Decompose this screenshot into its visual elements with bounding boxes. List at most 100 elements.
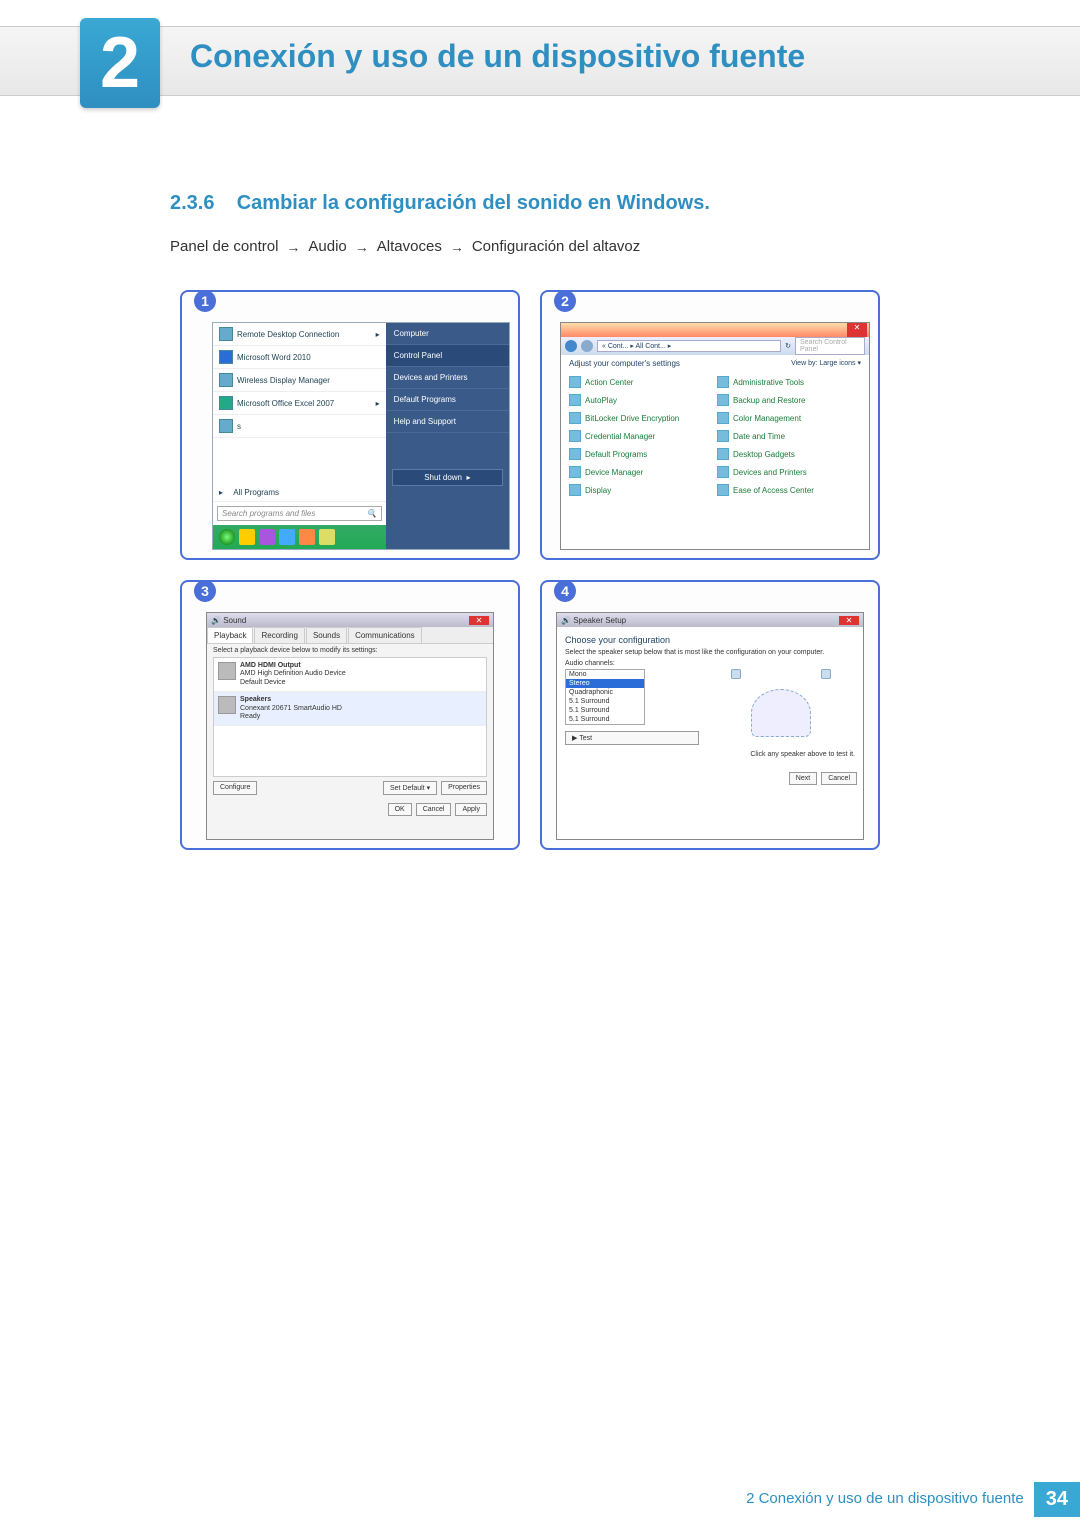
gadgets-icon	[717, 448, 729, 460]
list-item[interactable]: Quadraphonic	[566, 688, 644, 697]
start-menu-link[interactable]: Computer	[386, 323, 509, 345]
tab-playback[interactable]: Playback	[207, 627, 253, 643]
list-item[interactable]: 5.1 Surround	[566, 706, 644, 715]
device-item[interactable]: AMD HDMI OutputAMD High Definition Audio…	[214, 658, 486, 692]
cp-item[interactable]: AutoPlay	[569, 392, 713, 408]
taskbar-icon[interactable]	[279, 529, 295, 545]
list-item-selected[interactable]: Stereo	[566, 679, 644, 688]
forward-button-icon[interactable]	[581, 340, 593, 352]
search-input[interactable]: Search programs and files🔍	[217, 506, 382, 521]
cp-item[interactable]: Default Programs	[569, 446, 713, 462]
menu-label: Wireless Display Manager	[237, 376, 330, 385]
device-item-selected[interactable]: SpeakersConexant 20671 SmartAudio HDRead…	[214, 692, 486, 726]
start-menu-link[interactable]: Default Programs	[386, 389, 509, 411]
cp-item[interactable]: BitLocker Drive Encryption	[569, 410, 713, 426]
start-menu: Remote Desktop Connection▸ Microsoft Wor…	[212, 322, 510, 550]
cp-item[interactable]: Device Manager	[569, 464, 713, 480]
breadcrumb[interactable]: « Cont... ▸ All Cont... ▸	[597, 340, 781, 352]
speaker-right-icon[interactable]	[821, 669, 831, 679]
screenshot-1-start-menu: 1 Remote Desktop Connection▸ Microsoft W…	[180, 290, 520, 560]
cp-item[interactable]: Color Management	[717, 410, 861, 426]
start-menu-link[interactable]: Help and Support	[386, 411, 509, 433]
cp-item[interactable]: Display	[569, 482, 713, 498]
set-default-button[interactable]: Set Default ▾	[383, 781, 437, 795]
list-label: Audio channels:	[565, 660, 699, 667]
start-menu-item[interactable]: Wireless Display Manager	[213, 369, 386, 392]
tab-sounds[interactable]: Sounds	[306, 627, 347, 643]
list-item[interactable]: 5.1 Surround	[566, 697, 644, 706]
properties-button[interactable]: Properties	[441, 781, 487, 795]
list-item[interactable]: 5.1 Surround	[566, 715, 644, 724]
taskbar-icon[interactable]	[239, 529, 255, 545]
path-step-4: Configuración del altavoz	[472, 238, 640, 255]
speaker-left-icon[interactable]	[731, 669, 741, 679]
sound-dialog: 🔊 Sound ✕ Playback Recording Sounds Comm…	[206, 612, 494, 840]
lock-icon	[569, 412, 581, 424]
cp-item[interactable]: Action Center	[569, 374, 713, 390]
cancel-button[interactable]: Cancel	[821, 772, 857, 785]
taskbar-icon[interactable]	[319, 529, 335, 545]
refresh-icon[interactable]: ↻	[785, 342, 791, 350]
tab-communications[interactable]: Communications	[348, 627, 422, 643]
tab-recording[interactable]: Recording	[254, 627, 304, 643]
start-menu-link-control-panel[interactable]: Control Panel	[386, 345, 509, 367]
dialog-heading: Choose your configuration	[565, 635, 855, 645]
all-programs-button[interactable]: ▸ All Programs	[213, 484, 386, 502]
shutdown-button[interactable]: Shut down ▸	[392, 469, 503, 486]
chapter-title: Conexión y uso de un dispositivo fuente	[190, 38, 805, 75]
device-icon	[569, 466, 581, 478]
control-panel-items: Action Center Administrative Tools AutoP…	[561, 372, 869, 500]
programs-icon	[569, 448, 581, 460]
test-button[interactable]: ▶ Test	[565, 731, 699, 745]
search-placeholder: Search programs and files	[222, 509, 315, 518]
step-badge-1: 1	[194, 290, 216, 312]
app-icon	[219, 327, 233, 341]
screenshot-4-speaker-setup: 4 🔊 Speaker Setup ✕ Choose your configur…	[540, 580, 880, 850]
cp-item[interactable]: Devices and Printers	[717, 464, 861, 480]
taskbar-icon[interactable]	[299, 529, 315, 545]
next-button[interactable]: Next	[789, 772, 817, 785]
close-icon[interactable]: ✕	[847, 323, 867, 337]
screenshot-3-sound-dialog: 3 🔊 Sound ✕ Playback Recording Sounds Co…	[180, 580, 520, 850]
item-label: Display	[585, 486, 611, 495]
close-icon[interactable]: ✕	[469, 616, 489, 625]
start-menu-item[interactable]: Remote Desktop Connection▸	[213, 323, 386, 346]
item-label: AutoPlay	[585, 396, 617, 405]
screenshot-grid: 1 Remote Desktop Connection▸ Microsoft W…	[180, 290, 880, 850]
device-text: SpeakersConexant 20671 SmartAudio HDRead…	[240, 696, 342, 721]
start-menu-item[interactable]: Microsoft Word 2010	[213, 346, 386, 369]
cancel-button[interactable]: Cancel	[416, 803, 452, 816]
start-menu-item[interactable]: s	[213, 415, 386, 438]
panel-heading: Adjust your computer's settings	[569, 359, 680, 368]
back-button-icon[interactable]	[565, 340, 577, 352]
cp-item[interactable]: Desktop Gadgets	[717, 446, 861, 462]
apply-button[interactable]: Apply	[455, 803, 487, 816]
start-menu-link[interactable]: Devices and Printers	[386, 367, 509, 389]
cp-item[interactable]: Backup and Restore	[717, 392, 861, 408]
dialog-buttons-row: OK Cancel Apply	[207, 799, 493, 820]
cp-item[interactable]: Ease of Access Center	[717, 482, 861, 498]
view-by-select[interactable]: View by: Large icons ▾	[791, 359, 861, 368]
cp-item[interactable]: Credential Manager	[569, 428, 713, 444]
taskbar-icon[interactable]	[259, 529, 275, 545]
item-label: Action Center	[585, 378, 633, 387]
speaker-setup-dialog: 🔊 Speaker Setup ✕ Choose your configurat…	[556, 612, 864, 840]
menu-label: Remote Desktop Connection	[237, 330, 339, 339]
autoplay-icon	[569, 394, 581, 406]
item-label: Color Management	[733, 414, 801, 423]
close-icon[interactable]: ✕	[839, 616, 859, 625]
ok-button[interactable]: OK	[388, 803, 412, 816]
list-item[interactable]: Mono	[566, 670, 644, 679]
configure-button[interactable]: Configure	[213, 781, 257, 795]
cp-item[interactable]: Date and Time	[717, 428, 861, 444]
step-badge-2: 2	[554, 290, 576, 312]
audio-channels-list[interactable]: Mono Stereo Quadraphonic 5.1 Surround 5.…	[565, 669, 645, 725]
start-button-icon[interactable]	[219, 529, 235, 545]
instruction-text: Select a playback device below to modify…	[207, 644, 493, 657]
start-menu-item[interactable]: Microsoft Office Excel 2007▸	[213, 392, 386, 415]
cp-item[interactable]: Administrative Tools	[717, 374, 861, 390]
search-input[interactable]: Search Control Panel	[795, 337, 865, 355]
page-footer: 2 Conexión y uso de un dispositivo fuent…	[736, 1482, 1080, 1517]
dialog-buttons-row: Next Cancel	[557, 766, 863, 791]
menu-label: Microsoft Office Excel 2007	[237, 399, 334, 408]
